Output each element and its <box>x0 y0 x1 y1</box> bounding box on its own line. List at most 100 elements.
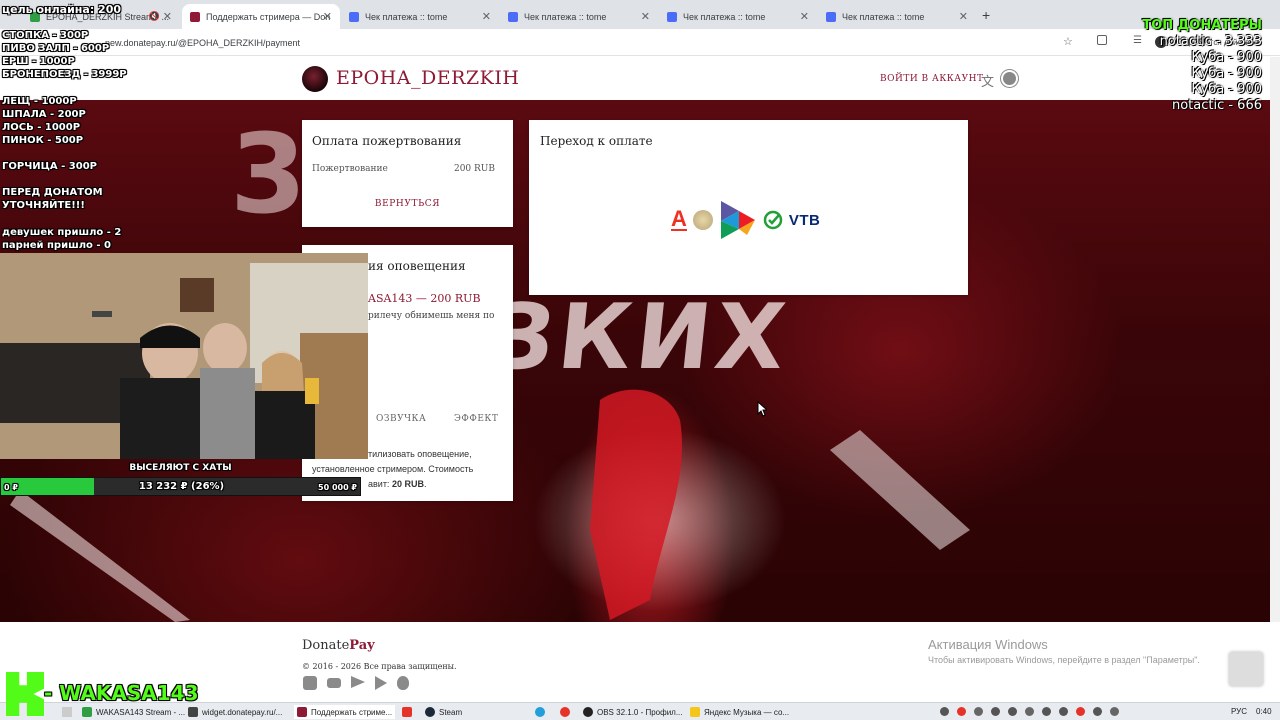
donate-warning: УТОЧНЯЙТЕ!!! <box>2 200 85 211</box>
tray-icon[interactable] <box>940 707 949 716</box>
taskbar-item-label: Яндекс Музыка — со... <box>704 707 790 717</box>
webcam-feed <box>0 253 368 459</box>
sber-pay-logo[interactable] <box>692 210 713 230</box>
tray-icon[interactable] <box>1008 707 1017 716</box>
browser-tab[interactable]: Чек платежа :: tome ✕ <box>818 4 976 29</box>
browser-tab-strip: EPOHA_DERZKIH Stream - ... 🔇 ✕ Поддержат… <box>0 0 1280 29</box>
tray-icon[interactable] <box>1042 707 1051 716</box>
taskbar-item[interactable] <box>560 705 570 719</box>
viewer-goal: цель онлайна: 200 <box>2 3 122 16</box>
browser-tab-active[interactable]: Поддержать стримера — Don ✕ <box>182 4 340 29</box>
webcam-image <box>0 253 368 459</box>
close-icon[interactable]: ✕ <box>482 10 491 23</box>
mute-icon[interactable]: 🔇 <box>149 11 160 22</box>
taskbar-item[interactable]: OBS 32.1.0 - Профил... <box>583 705 683 719</box>
taskbar-item[interactable]: WAKASA143 Stream - ... <box>82 705 185 719</box>
donor-item: notactic - 666 <box>1171 98 1262 113</box>
price-list-2: ЛЕЩ - 1000Р ШПАЛА - 200Р ЛОСЬ - 1000Р ПИ… <box>2 95 86 147</box>
price-item: СТОПКА - 300Р <box>2 30 89 41</box>
social-links <box>303 676 409 690</box>
taskbar-item-label: widget.donatepay.ru/... <box>202 707 283 717</box>
taskbar-item[interactable]: widget.donatepay.ru/... <box>188 705 282 719</box>
tray-icon[interactable] <box>957 707 966 716</box>
back-button[interactable]: ВЕРНУТЬСЯ <box>302 199 513 209</box>
yandex-browser-icon <box>560 707 570 717</box>
alert-note-suffix: . <box>423 479 427 489</box>
footer-brand[interactable]: DonatePay <box>302 638 375 653</box>
site-title[interactable]: EPOHA_DERZKIH <box>336 67 519 89</box>
start-icon[interactable] <box>62 707 72 717</box>
tray-icons <box>940 707 1119 716</box>
vtb-logo[interactable]: VTB <box>789 212 821 229</box>
extensions-icon[interactable] <box>1097 35 1107 45</box>
browser-tab[interactable]: Чек платежа :: tome ✕ <box>500 4 658 29</box>
alert-note: авит: 20 RUB. <box>368 479 426 489</box>
tray-icon[interactable] <box>1076 707 1085 716</box>
donor-item: Куба - 900 <box>1191 82 1262 97</box>
price-item: ПИВО ЗАЛП - 600Р <box>2 43 110 54</box>
alfa-bank-logo[interactable]: А <box>671 208 687 231</box>
price-item: ПИНОК - 500Р <box>2 135 84 146</box>
close-icon[interactable]: ✕ <box>800 10 809 23</box>
browser-tab[interactable]: Чек платежа :: tome ✕ <box>659 4 817 29</box>
card-title: ия оповещения <box>368 259 466 273</box>
tab-title: Чек платежа :: tome <box>524 11 607 22</box>
streamer-logo[interactable] <box>302 66 328 92</box>
close-icon[interactable]: ✕ <box>641 10 650 23</box>
close-icon[interactable]: ✕ <box>163 10 172 23</box>
address-bar[interactable]: new.donatepay.ru/@EPOHA_DERZKIH/payment <box>105 38 300 48</box>
tab-effect[interactable]: ЭФФЕКТ <box>454 414 498 424</box>
donor-item: notactic - 3 333 <box>1159 34 1262 49</box>
donate-warning: ПЕРЕД ДОНАТОМ <box>2 187 103 198</box>
goal-title: ВЫСЕЛЯЮТ С ХАТЫ <box>129 463 232 473</box>
taskbar-item[interactable] <box>402 705 412 719</box>
close-icon[interactable]: ✕ <box>959 10 968 23</box>
page-scrollbar[interactable] <box>1270 57 1280 702</box>
new-tab-button[interactable]: + <box>982 7 990 23</box>
favicon <box>667 11 677 22</box>
donation-amount: 200 RUB <box>453 164 495 174</box>
sbp-logo[interactable] <box>719 199 757 241</box>
google-play-icon[interactable] <box>375 676 387 690</box>
browser-tab[interactable]: Чек платежа :: tome ✕ <box>341 4 499 29</box>
bookmark-star-icon[interactable]: ☆ <box>1063 35 1073 48</box>
taskbar-item[interactable] <box>535 705 545 719</box>
tray-icon[interactable] <box>1093 707 1102 716</box>
donation-label: Пожертвование <box>312 164 388 174</box>
taskbar-item[interactable]: Яндекс Музыка — со... <box>690 705 789 719</box>
tray-icon[interactable] <box>1110 707 1119 716</box>
tray-icon[interactable] <box>1059 707 1068 716</box>
tray-icon[interactable] <box>991 707 1000 716</box>
telegram-icon[interactable] <box>351 676 365 688</box>
alert-line: ASA143 — 200 RUB <box>368 292 481 305</box>
clock[interactable]: 0:40 <box>1256 707 1272 716</box>
price-item: ЛОСЬ - 1000Р <box>2 122 81 133</box>
close-icon[interactable]: ✕ <box>323 10 332 23</box>
windows-activation-title: Активация Windows <box>928 637 1048 652</box>
vk-icon[interactable] <box>303 676 317 690</box>
favicon <box>349 11 359 22</box>
reading-list-icon[interactable]: ☰ <box>1133 35 1142 46</box>
youtube-icon[interactable] <box>327 678 341 688</box>
price-item: ЛЕЩ - 1000Р <box>2 96 77 107</box>
app-icon <box>297 707 307 717</box>
girls-counter: девушек пришло - 2 <box>2 227 122 238</box>
taskbar-item-active[interactable]: Поддержать стриме... <box>294 705 396 719</box>
captcha-icon[interactable] <box>1229 652 1263 686</box>
tab-voice[interactable]: ОЗВУЧКА <box>376 414 426 424</box>
tray-icon[interactable] <box>1025 707 1034 716</box>
translate-icon[interactable]: 文 <box>981 71 994 90</box>
login-link[interactable]: ВОЙТИ В АККАУНТ <box>880 74 983 84</box>
theme-toggle-icon[interactable] <box>1003 72 1016 85</box>
sber-check-icon[interactable] <box>763 210 783 230</box>
alert-note-prefix: авит: <box>368 479 392 489</box>
tray-icon[interactable] <box>974 707 983 716</box>
taskbar-item[interactable]: Steam <box>425 705 462 719</box>
apple-icon[interactable] <box>397 676 409 690</box>
donor-item: Куба - 900 <box>1191 50 1262 65</box>
address-bar-row: new.donatepay.ru/@EPOHA_DERZKIH/payment … <box>0 29 1280 56</box>
brand-part: Donate <box>302 638 350 653</box>
site-header: EPOHA_DERZKIH ВОЙТИ В АККАУНТ 文 <box>0 57 1280 100</box>
language-indicator[interactable]: РУС <box>1231 707 1247 716</box>
brand-part-accent: Pay <box>349 638 375 653</box>
